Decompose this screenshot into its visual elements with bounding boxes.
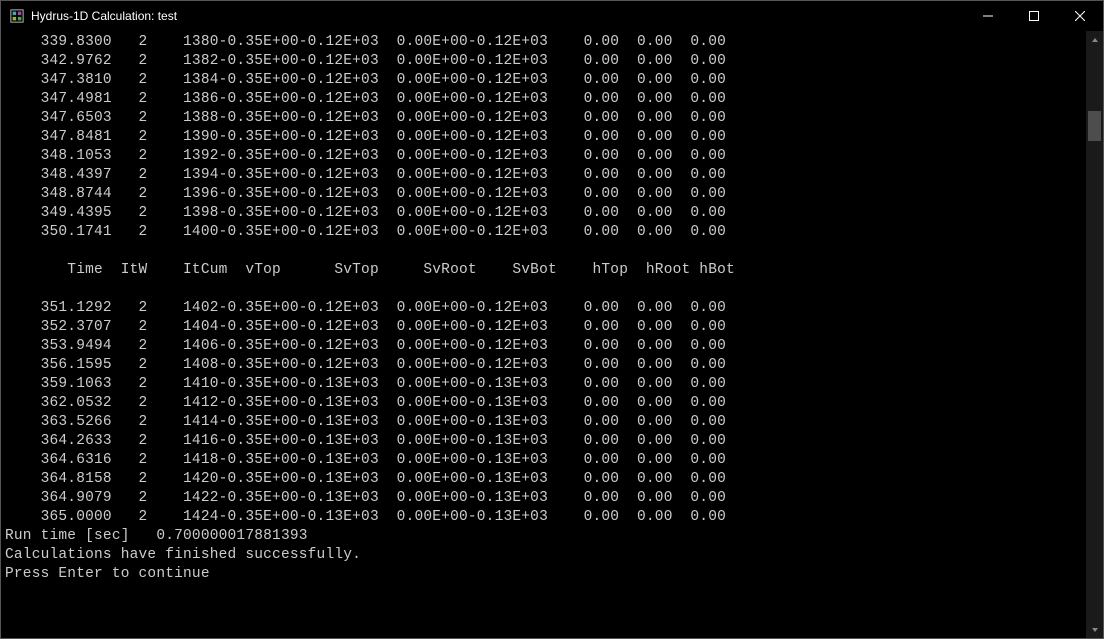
data-row: 342.9762 2 1382-0.35E+00-0.12E+03 0.00E+… xyxy=(5,52,1082,71)
runtime-line: Run time [sec] 0.700000017881393 xyxy=(5,527,1082,546)
close-button[interactable] xyxy=(1057,1,1103,31)
scroll-thumb[interactable] xyxy=(1088,111,1101,141)
data-row: 353.9494 2 1406-0.35E+00-0.12E+03 0.00E+… xyxy=(5,337,1082,356)
data-row: 364.2633 2 1416-0.35E+00-0.13E+03 0.00E+… xyxy=(5,432,1082,451)
data-row: 348.4397 2 1394-0.35E+00-0.12E+03 0.00E+… xyxy=(5,166,1082,185)
content-area: 339.8300 2 1380-0.35E+00-0.12E+03 0.00E+… xyxy=(1,31,1103,638)
data-row: 347.8481 2 1390-0.35E+00-0.12E+03 0.00E+… xyxy=(5,128,1082,147)
vertical-scrollbar[interactable] xyxy=(1086,31,1103,638)
scroll-down-arrow[interactable] xyxy=(1086,621,1103,638)
scroll-up-arrow[interactable] xyxy=(1086,31,1103,48)
data-row: 352.3707 2 1404-0.35E+00-0.12E+03 0.00E+… xyxy=(5,318,1082,337)
prompt-line: Press Enter to continue xyxy=(5,565,1082,584)
data-row: 350.1741 2 1400-0.35E+00-0.12E+03 0.00E+… xyxy=(5,223,1082,242)
titlebar-left: Hydrus-1D Calculation: test xyxy=(1,8,177,24)
data-row: 349.4395 2 1398-0.35E+00-0.12E+03 0.00E+… xyxy=(5,204,1082,223)
data-row: 359.1063 2 1410-0.35E+00-0.13E+03 0.00E+… xyxy=(5,375,1082,394)
console-output[interactable]: 339.8300 2 1380-0.35E+00-0.12E+03 0.00E+… xyxy=(1,31,1086,638)
titlebar-buttons xyxy=(965,1,1103,31)
data-row: 364.9079 2 1422-0.35E+00-0.13E+03 0.00E+… xyxy=(5,489,1082,508)
data-row: 356.1595 2 1408-0.35E+00-0.12E+03 0.00E+… xyxy=(5,356,1082,375)
app-window: Hydrus-1D Calculation: test 339.8300 2 1… xyxy=(0,0,1104,639)
window-title: Hydrus-1D Calculation: test xyxy=(31,9,177,23)
data-row: 347.6503 2 1388-0.35E+00-0.12E+03 0.00E+… xyxy=(5,109,1082,128)
column-headers: Time ItW ItCum vTop SvTop SvRoot SvBot h… xyxy=(5,261,1082,280)
status-line: Calculations have finished successfully. xyxy=(5,546,1082,565)
data-row: 351.1292 2 1402-0.35E+00-0.12E+03 0.00E+… xyxy=(5,299,1082,318)
data-row: 347.3810 2 1384-0.35E+00-0.12E+03 0.00E+… xyxy=(5,71,1082,90)
blank-line xyxy=(5,280,1082,299)
minimize-button[interactable] xyxy=(965,1,1011,31)
data-row: 364.6316 2 1418-0.35E+00-0.13E+03 0.00E+… xyxy=(5,451,1082,470)
data-row: 348.8744 2 1396-0.35E+00-0.12E+03 0.00E+… xyxy=(5,185,1082,204)
maximize-button[interactable] xyxy=(1011,1,1057,31)
data-row: 347.4981 2 1386-0.35E+00-0.12E+03 0.00E+… xyxy=(5,90,1082,109)
data-row: 365.0000 2 1424-0.35E+00-0.13E+03 0.00E+… xyxy=(5,508,1082,527)
data-row: 362.0532 2 1412-0.35E+00-0.13E+03 0.00E+… xyxy=(5,394,1082,413)
titlebar[interactable]: Hydrus-1D Calculation: test xyxy=(1,1,1103,31)
app-icon xyxy=(9,8,25,24)
blank-line xyxy=(5,242,1082,261)
data-row: 339.8300 2 1380-0.35E+00-0.12E+03 0.00E+… xyxy=(5,33,1082,52)
data-row: 363.5266 2 1414-0.35E+00-0.13E+03 0.00E+… xyxy=(5,413,1082,432)
data-row: 364.8158 2 1420-0.35E+00-0.13E+03 0.00E+… xyxy=(5,470,1082,489)
data-row: 348.1053 2 1392-0.35E+00-0.12E+03 0.00E+… xyxy=(5,147,1082,166)
